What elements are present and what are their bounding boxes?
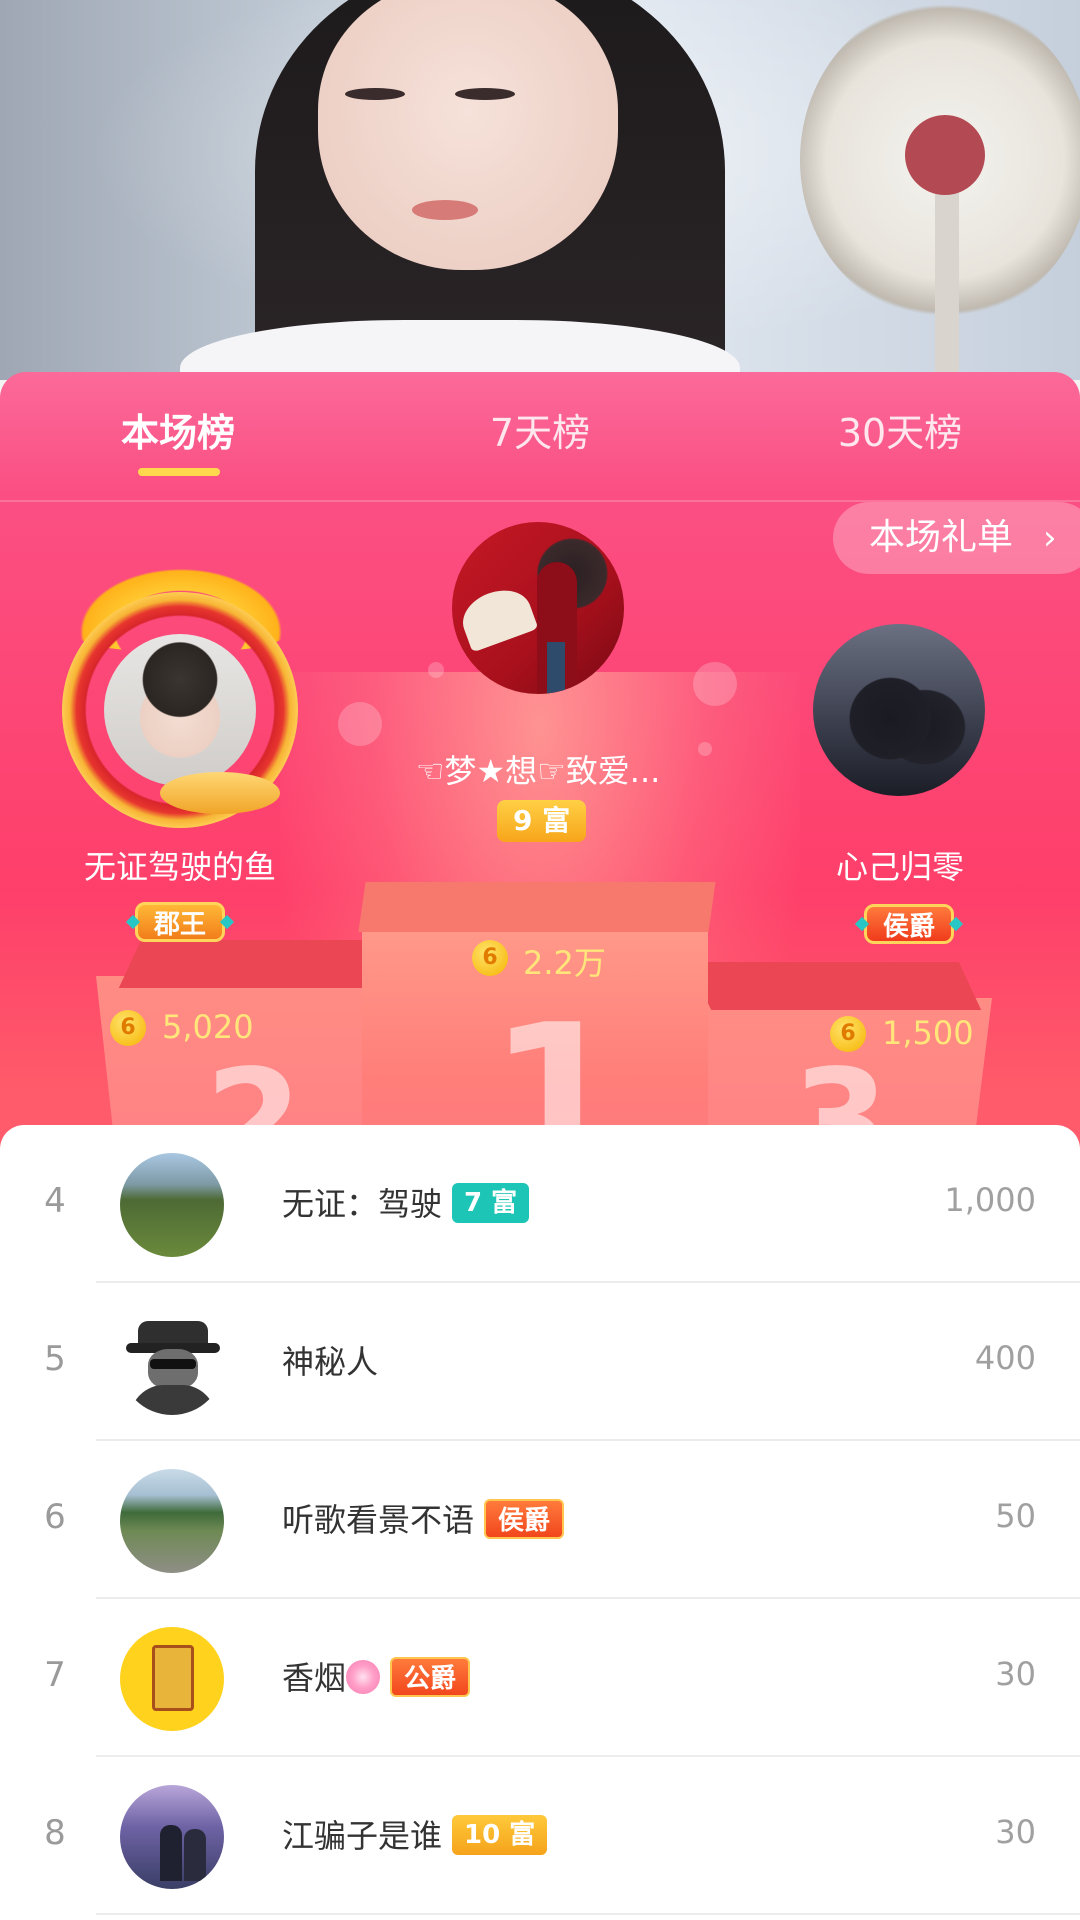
ranking-list[interactable]: 4 无证：驾驶 7 富 1,000 5 神秘人 400 6 听歌看景不语 侯爵 50 [0, 1125, 1080, 1920]
podium-top-first [358, 882, 716, 932]
streamer-lips [412, 200, 478, 220]
coin-icon: 6 [830, 1016, 866, 1052]
cigarette-pack-icon [152, 1645, 194, 1711]
coin-icon: 6 [110, 1010, 146, 1046]
mystery-user-avatar[interactable] [120, 1311, 224, 1415]
first-place-score: 2.2万 [523, 944, 606, 982]
user-avatar[interactable] [120, 1785, 224, 1889]
user-name: 听歌看景不语 侯爵 [282, 1495, 565, 1542]
figure-leg [547, 642, 565, 694]
list-item[interactable]: 8 江骗子是谁 10 富 30 [0, 1757, 1080, 1915]
head-shape [148, 1349, 198, 1389]
second-place-score: 5,020 [162, 1008, 254, 1046]
streamer-face [318, 0, 618, 270]
coin-icon: 6 [472, 940, 508, 976]
rich-level-badge: 10 富 [452, 1815, 548, 1855]
podium-top-third [688, 962, 982, 1010]
tab-current-show[interactable]: 本场榜 [88, 402, 268, 472]
rank-number: 6 [44, 1497, 66, 1537]
contribution-score: 30 [995, 1813, 1036, 1851]
noble-title-badge: 侯爵 [484, 1499, 565, 1539]
list-item[interactable]: 4 无证：驾驶 7 富 1,000 [0, 1125, 1080, 1283]
rank-number: 5 [44, 1339, 66, 1379]
ranking-tabs: 本场榜 7天榜 30天榜 [0, 372, 1080, 500]
contribution-score: 30 [995, 1655, 1036, 1693]
second-place-name: 无证驾驶的鱼 [83, 848, 276, 886]
list-item[interactable]: 7 香烟 公爵 30 [0, 1599, 1080, 1757]
user-name: 香烟 公爵 [282, 1653, 471, 1700]
user-name: 江骗子是谁 10 富 [282, 1811, 548, 1858]
podium-top-second [118, 940, 392, 988]
contribution-score: 50 [995, 1497, 1036, 1535]
tab-7-days[interactable]: 7天榜 [450, 402, 630, 472]
cherry-blossom-icon [346, 1660, 381, 1694]
rich-level-badge: 7 富 [452, 1183, 530, 1223]
third-place-name: 心己归零 [835, 848, 964, 886]
rank-number: 8 [44, 1813, 66, 1853]
streamer-eye-right [455, 88, 515, 100]
list-item[interactable]: 5 神秘人 400 [0, 1283, 1080, 1441]
person-silhouette [160, 1825, 182, 1881]
user-avatar[interactable] [120, 1469, 224, 1573]
avatar-second-place[interactable] [104, 634, 256, 786]
cloud-ornament-icon [160, 772, 280, 814]
user-avatar[interactable] [120, 1153, 224, 1257]
sunglasses-icon [150, 1359, 196, 1369]
third-place-title-badge: 侯爵 [864, 904, 955, 944]
user-name-text: 香烟 [282, 1659, 347, 1697]
live-video-view [0, 0, 1080, 380]
decor-bubble [693, 662, 737, 706]
first-place-rich-badge: 9 富 [497, 800, 587, 842]
decor-bubble [698, 742, 712, 756]
user-name: 无证：驾驶 7 富 [282, 1179, 530, 1226]
user-avatar[interactable] [120, 1627, 224, 1731]
decor-bubble [428, 662, 444, 678]
user-name-text: 听歌看景不语 [282, 1501, 475, 1539]
hand-fan [455, 581, 539, 653]
first-place-name: ☜梦★想☞致爱... [415, 752, 661, 790]
tab-30-days[interactable]: 30天榜 [800, 402, 1000, 472]
rank-number: 4 [44, 1181, 66, 1221]
body-shape [130, 1385, 216, 1415]
noble-title-badge: 公爵 [390, 1657, 471, 1697]
rank-number: 7 [44, 1655, 66, 1695]
avatar-first-place[interactable] [452, 522, 624, 694]
avatar-third-place[interactable] [813, 624, 985, 796]
user-name-text: 江骗子是谁 [282, 1817, 443, 1855]
user-name: 神秘人 [282, 1337, 378, 1383]
gift-list-button[interactable]: 本场礼单 › [833, 502, 1080, 574]
fan-stand [935, 180, 959, 380]
list-item[interactable]: 6 听歌看景不语 侯爵 50 [0, 1441, 1080, 1599]
decor-bubble [338, 702, 382, 746]
contribution-score: 1,000 [944, 1181, 1036, 1219]
user-name-text: 无证：驾驶 [282, 1185, 443, 1223]
chevron-right-icon: › [1043, 518, 1057, 558]
gift-list-label: 本场礼单 [869, 517, 1014, 558]
row-divider [96, 1913, 1080, 1915]
person-silhouette [184, 1829, 206, 1881]
third-place-score: 1,500 [882, 1014, 974, 1052]
user-name-text: 神秘人 [282, 1343, 379, 1381]
active-tab-indicator [138, 468, 220, 476]
fan-motor [905, 115, 985, 195]
second-place-title-badge: 郡王 [135, 902, 226, 942]
contribution-score: 400 [974, 1339, 1036, 1377]
streamer-eye-left [345, 88, 405, 100]
